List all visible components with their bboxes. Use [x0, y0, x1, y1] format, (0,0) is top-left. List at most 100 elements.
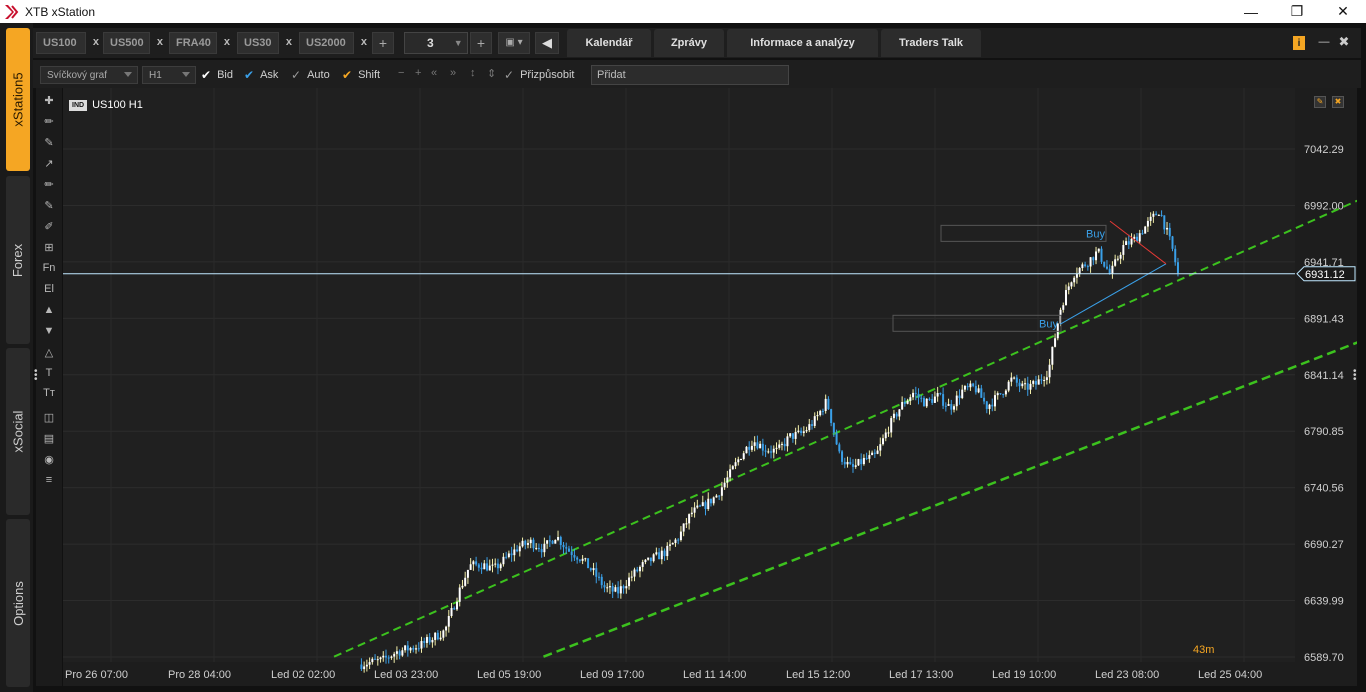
layout-grid-select[interactable]: ▣ ▾ [498, 32, 530, 54]
close-tab-icon[interactable]: x [286, 36, 292, 48]
candle-body [830, 409, 833, 424]
compress-vertical-icon[interactable]: ⇕ [487, 67, 496, 80]
down-arrow-icon[interactable]: ▼ [36, 322, 62, 340]
auto-checkbox[interactable]: ✓ Auto [291, 68, 330, 82]
candle-body [371, 658, 374, 663]
side-tabs: xStation5 Forex xSocial Options [0, 23, 33, 692]
close-chart-icon[interactable]: ✖ [1332, 96, 1344, 108]
candle-body [420, 641, 423, 649]
candle-body [644, 559, 647, 563]
candle-body [387, 657, 390, 659]
candle-body [499, 564, 502, 569]
chevron-down-icon: ▼ [453, 38, 463, 48]
add-instrument-button[interactable]: + [372, 32, 394, 54]
close-tab-icon[interactable]: x [157, 36, 163, 48]
side-tab-xsocial[interactable]: xSocial [6, 348, 30, 515]
shift-checkbox[interactable]: ✔ Shift [342, 68, 380, 82]
candle-body [750, 445, 753, 450]
up-arrow-icon[interactable]: ▲ [36, 301, 62, 319]
instrument-tab-us500[interactable]: US500 x [103, 32, 163, 54]
fork-icon[interactable]: ⊞ [36, 238, 62, 256]
candle-body [1004, 390, 1007, 395]
expand-vertical-icon[interactable]: ↕ [470, 67, 476, 79]
x-tick-label: Led 11 14:00 [683, 669, 746, 681]
candle-body [1103, 261, 1106, 267]
candle-body [450, 608, 453, 617]
scroll-right-icon[interactable]: » [450, 67, 456, 79]
info-icon[interactable]: i [1293, 36, 1305, 50]
left-resize-handle[interactable]: • • • [34, 367, 40, 385]
add-indicator-input[interactable]: Přidat [591, 65, 789, 85]
instrument-tab-us30[interactable]: US30 x [237, 32, 292, 54]
x-tick-label: Led 05 19:00 [477, 669, 541, 681]
side-tab-xstation[interactable]: xStation5 [6, 28, 30, 171]
list-icon[interactable]: ≡ [36, 471, 62, 489]
close-tab-icon[interactable]: x [361, 36, 367, 48]
minimize-icon[interactable]: — [1228, 0, 1274, 23]
candle-body [688, 514, 691, 524]
drawing-tools: ✚ ✏ ✎ ↗ ✏ ✎ ✐ ⊞ Fn El ▲ ▼ △ T Tт ◫ ▤ ◉ ≡ [36, 88, 62, 686]
elliott-tool[interactable]: El [36, 280, 62, 298]
brush-icon[interactable]: ✐ [36, 217, 62, 235]
fibonacci-tool[interactable]: Fn [36, 259, 62, 277]
tab-zpravy[interactable]: Zprávy [654, 29, 724, 57]
restore-icon[interactable]: ❐ [1274, 0, 1320, 23]
candle-body [445, 626, 448, 631]
candle-body [633, 569, 636, 577]
close-panel-icon[interactable]: ✖ [1334, 32, 1354, 52]
timeframe-select[interactable]: H1 [142, 66, 196, 84]
chart-type-select[interactable]: Svíčkový graf [40, 66, 138, 84]
timeframe-value: H1 [149, 69, 162, 81]
edit-chart-icon[interactable]: ✎ [1314, 96, 1326, 108]
instrument-label: US30 [244, 37, 272, 49]
crosshair-icon[interactable]: ✚ [36, 91, 62, 109]
chart-panel[interactable]: 7042.29 6992.00 6941.71 6891.43 6841.14 6790.… [63, 88, 1357, 686]
bars-icon[interactable]: ▤ [36, 429, 62, 447]
minimize-panel-icon[interactable]: — [1314, 32, 1334, 52]
current-price-label: 6931.12 [1305, 269, 1345, 281]
candle-body [1122, 245, 1125, 255]
ruler-icon[interactable]: ✏ [36, 112, 62, 130]
tab-kalendar[interactable]: Kalendář [567, 29, 651, 57]
candle-body [1034, 381, 1037, 385]
check-icon: ✓ [504, 68, 515, 82]
close-tab-icon[interactable]: x [224, 36, 230, 48]
layout-count-value: 3 [427, 36, 434, 50]
close-window-icon[interactable]: ✕ [1320, 0, 1366, 23]
pencil-alt-icon[interactable]: ✎ [36, 196, 62, 214]
bid-checkbox[interactable]: ✔ Bid [201, 68, 233, 82]
pencil-icon[interactable]: ✏ [36, 175, 62, 193]
side-tab-label: Forex [10, 243, 26, 277]
fit-checkbox[interactable]: ✓ Přizpůsobit [504, 68, 574, 82]
text-size-tool[interactable]: Tт [36, 384, 62, 402]
instrument-tab-us2000[interactable]: US2000 x [299, 32, 367, 54]
zoom-out-icon[interactable]: − [398, 67, 404, 79]
ask-checkbox[interactable]: ✔ Ask [244, 68, 278, 82]
instrument-tab-fra40[interactable]: FRA40 x [169, 32, 230, 54]
back-arrow-icon[interactable]: ◀ [535, 32, 559, 54]
candle-body [862, 457, 865, 465]
candle-body [704, 502, 707, 509]
candle-body [805, 430, 808, 432]
add-layout-button[interactable]: + [470, 32, 492, 54]
side-tab-forex[interactable]: Forex [6, 176, 30, 344]
trendline-icon[interactable]: ↗ [36, 154, 62, 172]
camera-icon[interactable]: ◉ [36, 450, 62, 468]
price-chart[interactable]: 7042.296992.006941.716891.436841.146790.… [63, 88, 1357, 686]
side-tab-options[interactable]: Options [6, 519, 30, 687]
right-resize-handle[interactable]: • • • [1353, 367, 1359, 385]
tab-informace[interactable]: Informace a analýzy [727, 29, 878, 57]
candle-body [1078, 268, 1081, 275]
instrument-tab-us100[interactable]: US100 x [36, 32, 99, 54]
close-tab-icon[interactable]: x [93, 36, 99, 48]
y-tick-label: 6740.56 [1304, 483, 1344, 495]
layout-count-select[interactable]: 3 ▼ [404, 32, 468, 54]
ruler-alt-icon[interactable]: ✎ [36, 133, 62, 151]
candle-body [655, 552, 658, 555]
tab-traders-talk[interactable]: Traders Talk [881, 29, 981, 57]
layers-icon[interactable]: ◫ [36, 408, 62, 426]
shapes-icon[interactable]: △ [36, 343, 62, 361]
candle-body [658, 552, 661, 560]
zoom-in-icon[interactable]: + [415, 67, 421, 79]
scroll-left-icon[interactable]: « [431, 67, 437, 79]
